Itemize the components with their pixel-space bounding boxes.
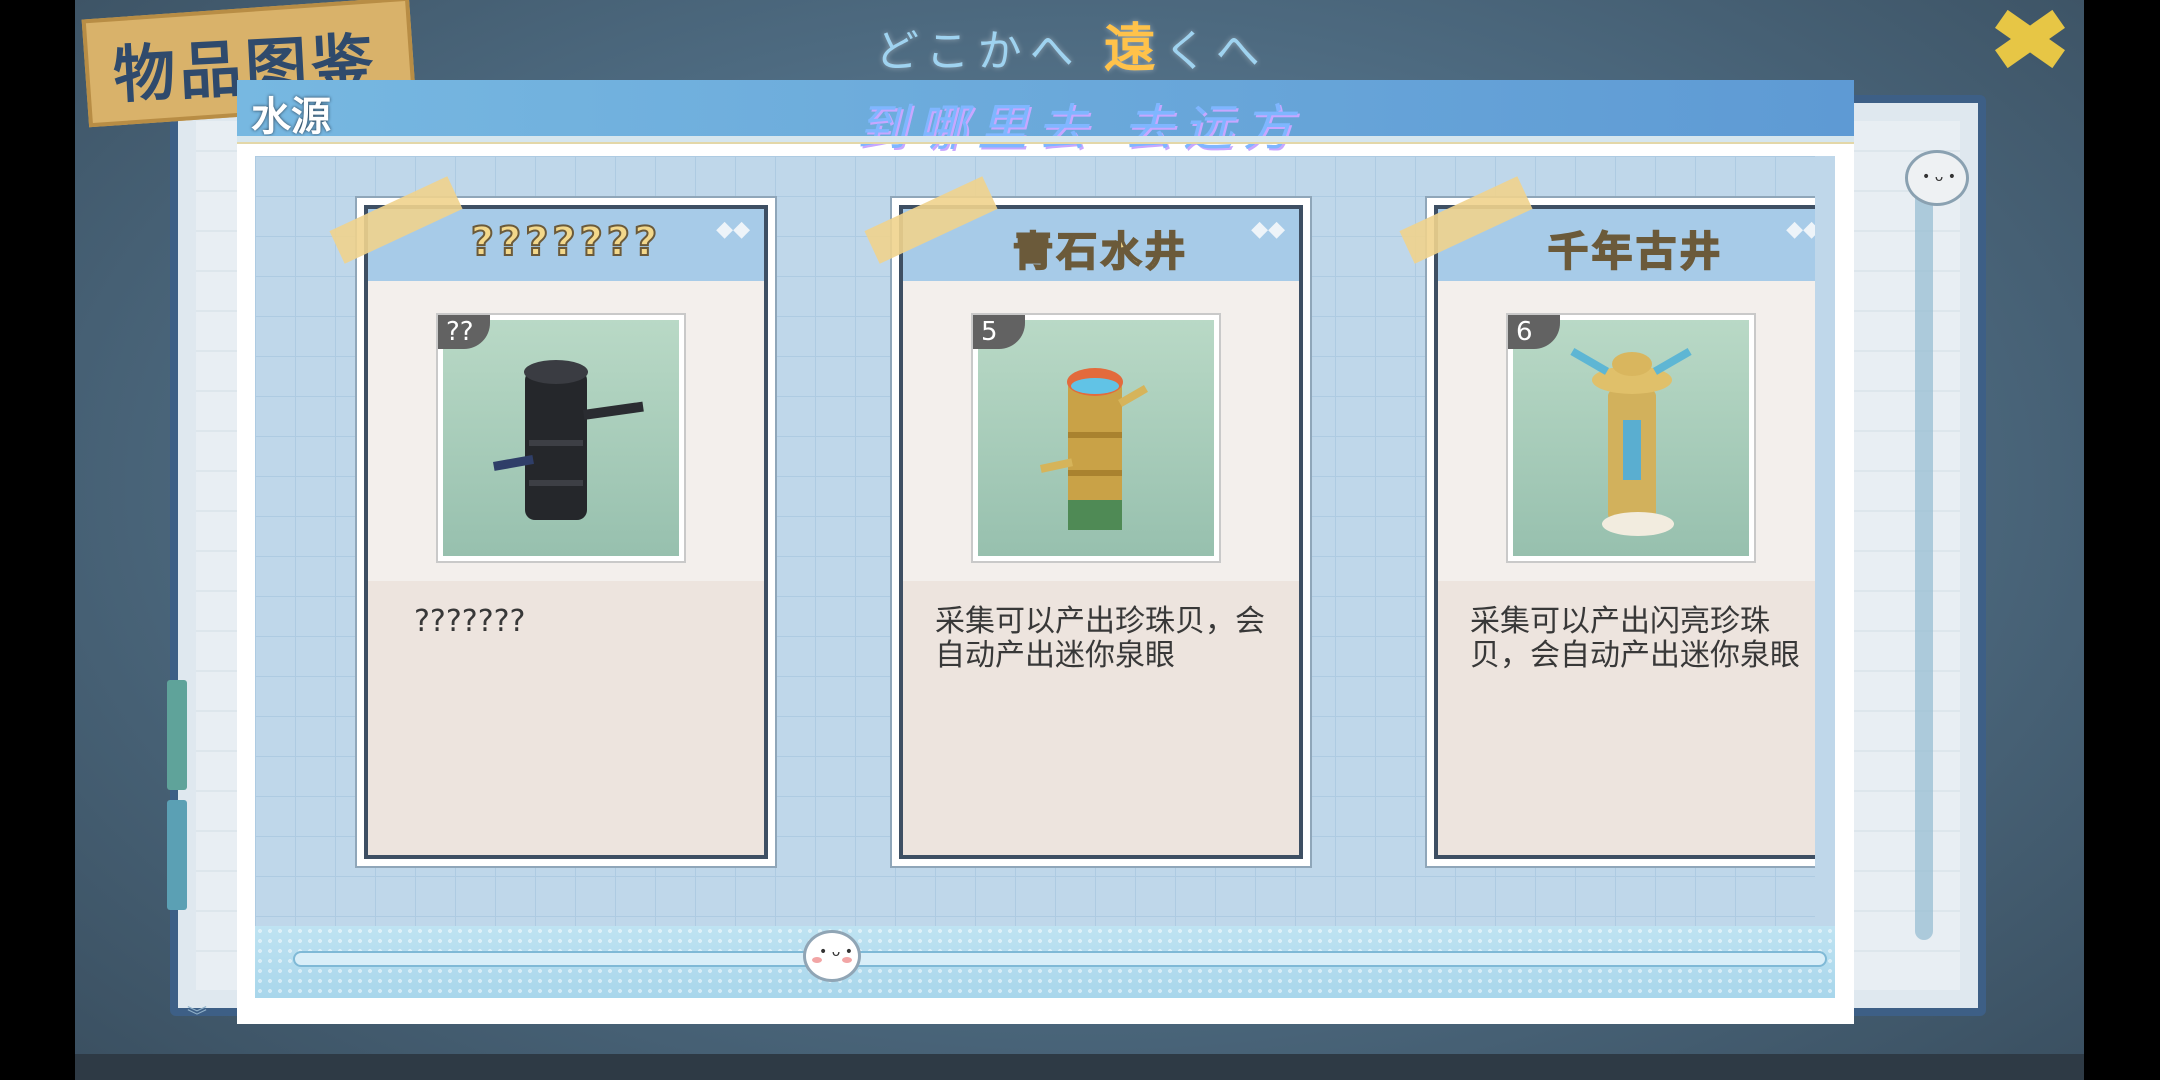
dialog-title: 水源 xyxy=(251,94,331,140)
game-screen: 物品图鉴 • ᴗ • ︾ どこかへ 遠くへ 水源 到哪里去 去远方 ??????… xyxy=(75,0,2084,1080)
item-image-frame: 6 xyxy=(1506,313,1756,563)
card-description: 采集可以产出闪亮珍珠贝，会自动产出迷你泉眼 xyxy=(1470,604,1800,673)
background-scrollbar xyxy=(1915,180,1933,940)
item-image xyxy=(978,320,1214,556)
slider-track[interactable] xyxy=(293,951,1827,967)
item-image xyxy=(1513,320,1749,556)
dialog-header: 水源 到哪里去 去远方 xyxy=(237,80,1854,157)
song-lyric-jp: どこかへ 遠くへ xyxy=(875,19,1268,79)
card-name: 千年古井 xyxy=(1547,228,1724,276)
card-scroll-area[interactable]: ??????? ◆◆ ?? ??????? 青石水井 ◆◆ 5 采集可以产出珍珠… xyxy=(255,156,1835,998)
mascot-face-icon: • ᴗ • xyxy=(1905,150,1969,206)
card-name: 青石水井 xyxy=(1012,228,1189,276)
diamond-decor-icon: ◆◆ xyxy=(716,217,750,242)
side-tab[interactable] xyxy=(167,800,187,910)
item-image-frame: ?? xyxy=(436,313,686,563)
diamond-decor-icon: ◆◆ xyxy=(1251,217,1285,242)
mascot-face-icon[interactable]: • ᴗ • xyxy=(803,930,861,982)
card-description: ??????? xyxy=(414,604,526,639)
song-lyric-cn: 到哪里去 去远方 xyxy=(857,99,1303,157)
item-card[interactable]: 千年古井 ◆◆ 6 采集可以产出闪亮珍珠贝，会自动产出迷你泉眼 xyxy=(1399,176,1835,868)
side-tab[interactable] xyxy=(167,680,187,790)
card-name: ??????? xyxy=(470,218,662,266)
scroll-slider[interactable]: • ᴗ • xyxy=(255,926,1835,998)
card-description: 采集可以产出珍珠贝，会自动产出迷你泉眼 xyxy=(935,604,1265,673)
item-card[interactable]: ??????? ◆◆ ?? ??????? xyxy=(329,176,777,868)
item-image-frame: 5 xyxy=(971,313,1221,563)
item-image xyxy=(443,320,679,556)
item-card[interactable]: 青石水井 ◆◆ 5 采集可以产出珍珠贝，会自动产出迷你泉眼 xyxy=(864,176,1312,868)
chevron-down-icon: ︾ xyxy=(187,1004,207,1028)
item-catalog-dialog: 水源 到哪里去 去远方 ??????? ◆◆ ?? ??????? 青石水井 ◆… xyxy=(237,80,1854,1024)
